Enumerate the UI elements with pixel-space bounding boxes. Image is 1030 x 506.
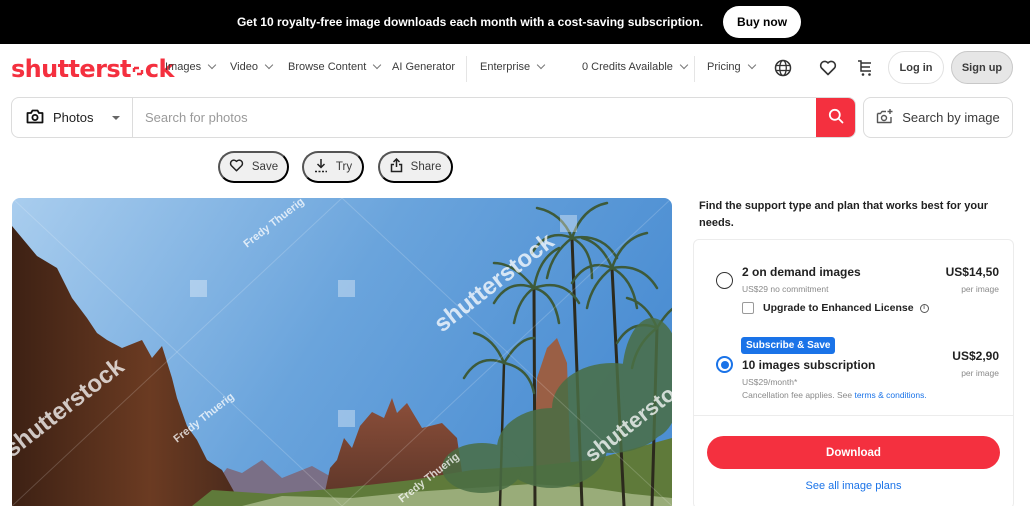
nav-pricing[interactable]: Pricing — [707, 60, 756, 73]
nav-label: Pricing — [707, 61, 741, 73]
enhanced-license-text: Upgrade to Enhanced License — [763, 302, 914, 314]
try-label: Try — [335, 161, 353, 173]
search-icon — [828, 108, 844, 127]
nav-enterprise[interactable]: Enterprise — [480, 60, 546, 73]
buy-now-button[interactable]: Buy now — [723, 6, 802, 38]
save-label: Save — [251, 161, 279, 173]
shutterstock-logo[interactable]: shutterst ck — [11, 55, 174, 83]
chevron-down-icon — [373, 60, 382, 70]
nav-label: AI Generator — [392, 61, 455, 73]
search-by-image-button[interactable]: Search by image — [863, 97, 1013, 138]
heart-icon[interactable] — [818, 58, 838, 78]
save-button[interactable]: Save — [218, 151, 289, 183]
pricing-intro: Find the support type and plan that work… — [699, 200, 989, 229]
plan-unit: per image — [961, 368, 999, 378]
share-button[interactable]: Share — [378, 151, 453, 183]
plan-subtitle: US$29 no commitment — [742, 284, 829, 294]
nav-images[interactable]: Images — [165, 60, 217, 73]
logo-text-part: shutterst — [11, 55, 131, 83]
plan-note-text: Cancellation fee applies. See — [742, 390, 855, 400]
nav-browse-content[interactable]: Browse Content — [288, 60, 382, 73]
plan-price: US$2,90 — [952, 349, 999, 363]
promo-text: Get 10 royalty-free image downloads each… — [236, 15, 704, 29]
see-all-plans-link[interactable]: See all image plans — [694, 480, 1013, 492]
cart-icon[interactable] — [855, 58, 875, 78]
caret-down-icon — [112, 116, 120, 120]
nav-divider — [466, 56, 467, 82]
share-icon — [390, 157, 403, 176]
top-navigation: shutterst ck Images Video Browse Content … — [0, 44, 1030, 92]
chevron-down-icon — [747, 60, 756, 70]
stock-photo[interactable]: shutterstock shutterstock shutterstock F… — [12, 198, 672, 506]
try-button[interactable]: Try — [302, 151, 364, 183]
plan-title: 10 images subscription — [742, 358, 876, 372]
plan-title: 2 on demand images — [742, 265, 861, 279]
nav-label: Images — [165, 61, 202, 73]
info-icon[interactable]: i — [919, 303, 929, 313]
promo-banner: Get 10 royalty-free image downloads each… — [0, 0, 1030, 44]
plan-radio-subscription[interactable] — [716, 356, 733, 373]
nav-ai-generator[interactable]: AI Generator — [392, 61, 455, 73]
chevron-down-icon — [264, 60, 274, 70]
chevron-down-icon — [536, 60, 546, 70]
enhanced-license-checkbox[interactable] — [742, 302, 754, 314]
nav-video[interactable]: Video — [230, 60, 274, 73]
share-label: Share — [410, 161, 442, 173]
search-bar: Photos — [11, 97, 856, 138]
chevron-down-icon — [679, 60, 689, 70]
search-button[interactable] — [816, 98, 855, 137]
heart-icon — [229, 159, 244, 175]
plan-subtitle: US$29/month* — [742, 377, 798, 387]
download-button[interactable]: Download — [707, 436, 1000, 469]
nav-label: 0 Credits Available — [582, 61, 673, 73]
card-divider — [694, 415, 1013, 416]
nav-label: Browse Content — [288, 61, 367, 73]
plan-radio-on-demand[interactable] — [716, 272, 733, 289]
signup-button[interactable]: Sign up — [951, 51, 1013, 84]
plan-note: Cancellation fee applies. See terms & co… — [742, 390, 927, 400]
download-icon — [314, 158, 328, 176]
search-by-image-label: Search by image — [902, 110, 1000, 125]
camera-plus-icon — [876, 108, 894, 127]
terms-link[interactable]: terms & conditions. — [854, 390, 926, 400]
search-type-label: Photos — [53, 110, 94, 125]
search-type-dropdown[interactable]: Photos — [12, 98, 133, 137]
nav-label: Enterprise — [480, 61, 531, 73]
nav-label: Video — [230, 61, 258, 73]
plan-unit: per image — [961, 284, 999, 294]
pricing-card: 2 on demand images US$29 no commitment U… — [693, 239, 1014, 506]
nav-divider — [694, 56, 695, 82]
camera-icon — [26, 109, 44, 127]
plan-price: US$14,50 — [945, 265, 999, 279]
enhanced-license-label[interactable]: Upgrade to Enhanced License i — [763, 302, 929, 314]
logo-aperture-icon — [132, 56, 144, 76]
login-button[interactable]: Log in — [888, 51, 944, 84]
chevron-down-icon — [207, 60, 217, 70]
search-input[interactable] — [133, 98, 816, 137]
subscribe-save-badge: Subscribe & Save — [741, 337, 836, 354]
globe-icon[interactable] — [773, 58, 793, 78]
nav-credits[interactable]: 0 Credits Available — [582, 60, 689, 73]
